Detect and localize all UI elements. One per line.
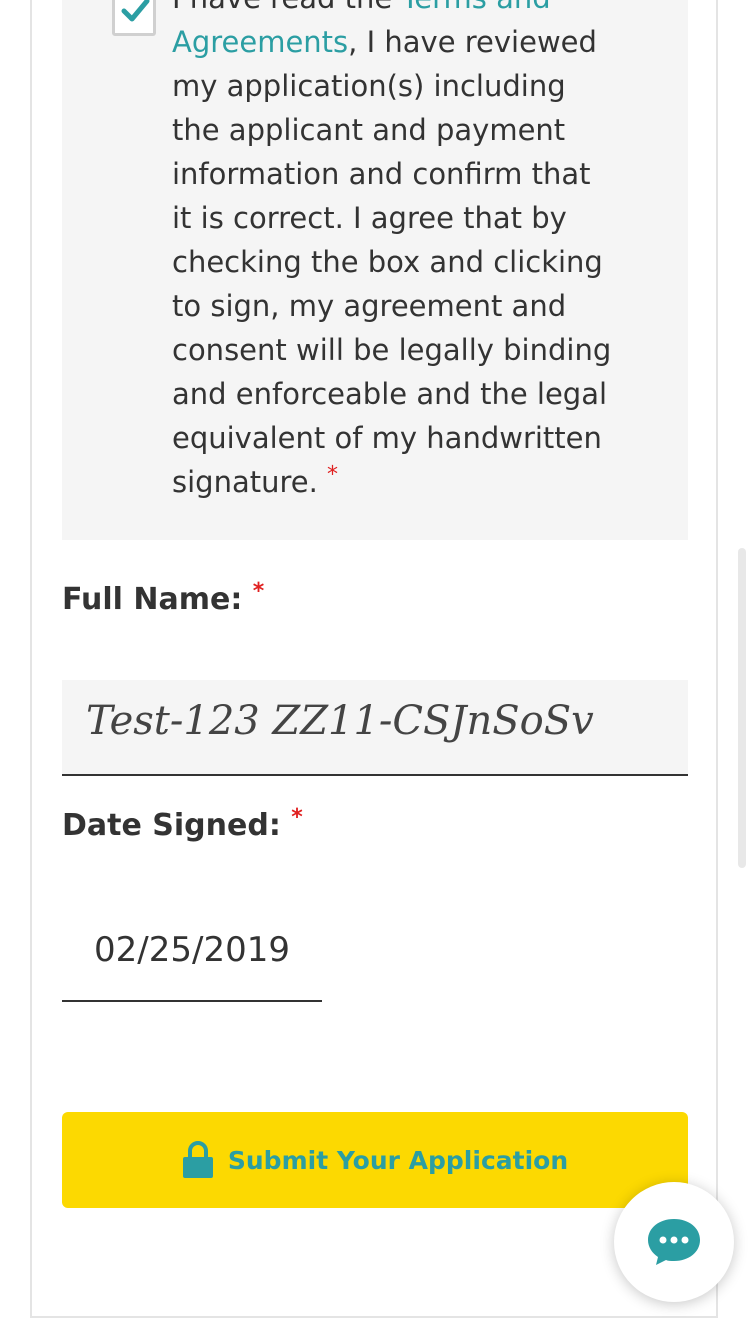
required-marker: * — [252, 579, 265, 604]
agreement-checkbox[interactable] — [112, 0, 156, 36]
submit-application-button[interactable]: Submit Your Application — [62, 1112, 688, 1208]
agreement-text-prefix: I have read the — [172, 0, 401, 15]
chat-widget-button[interactable] — [614, 1182, 734, 1302]
agreement-text: I have read the Terms and Agreements, I … — [172, 0, 612, 504]
full-name-value: Test-123 ZZ11-CSJnSoSv — [86, 698, 594, 744]
full-name-input[interactable]: Test-123 ZZ11-CSJnSoSv — [62, 680, 688, 776]
checkmark-icon — [121, 0, 150, 22]
agreement-text-suffix: , I have reviewed my application(s) incl… — [172, 25, 612, 499]
date-signed-input[interactable]: 02/25/2019 — [62, 910, 322, 1002]
date-signed-label-text: Date Signed: — [62, 808, 281, 843]
full-name-label: Full Name: * — [62, 579, 265, 618]
chat-bubble-icon — [648, 1219, 700, 1265]
required-marker: * — [327, 462, 339, 488]
scrollbar[interactable] — [738, 548, 746, 868]
required-marker: * — [291, 805, 303, 830]
lock-icon — [182, 1141, 213, 1178]
date-signed-value: 02/25/2019 — [94, 930, 290, 970]
submit-button-label: Submit Your Application — [227, 1145, 569, 1175]
date-signed-label: Date Signed: * — [62, 805, 303, 844]
full-name-label-text: Full Name: — [62, 582, 243, 617]
application-sign-page: I have read the Terms and Agreements, I … — [0, 0, 750, 1334]
